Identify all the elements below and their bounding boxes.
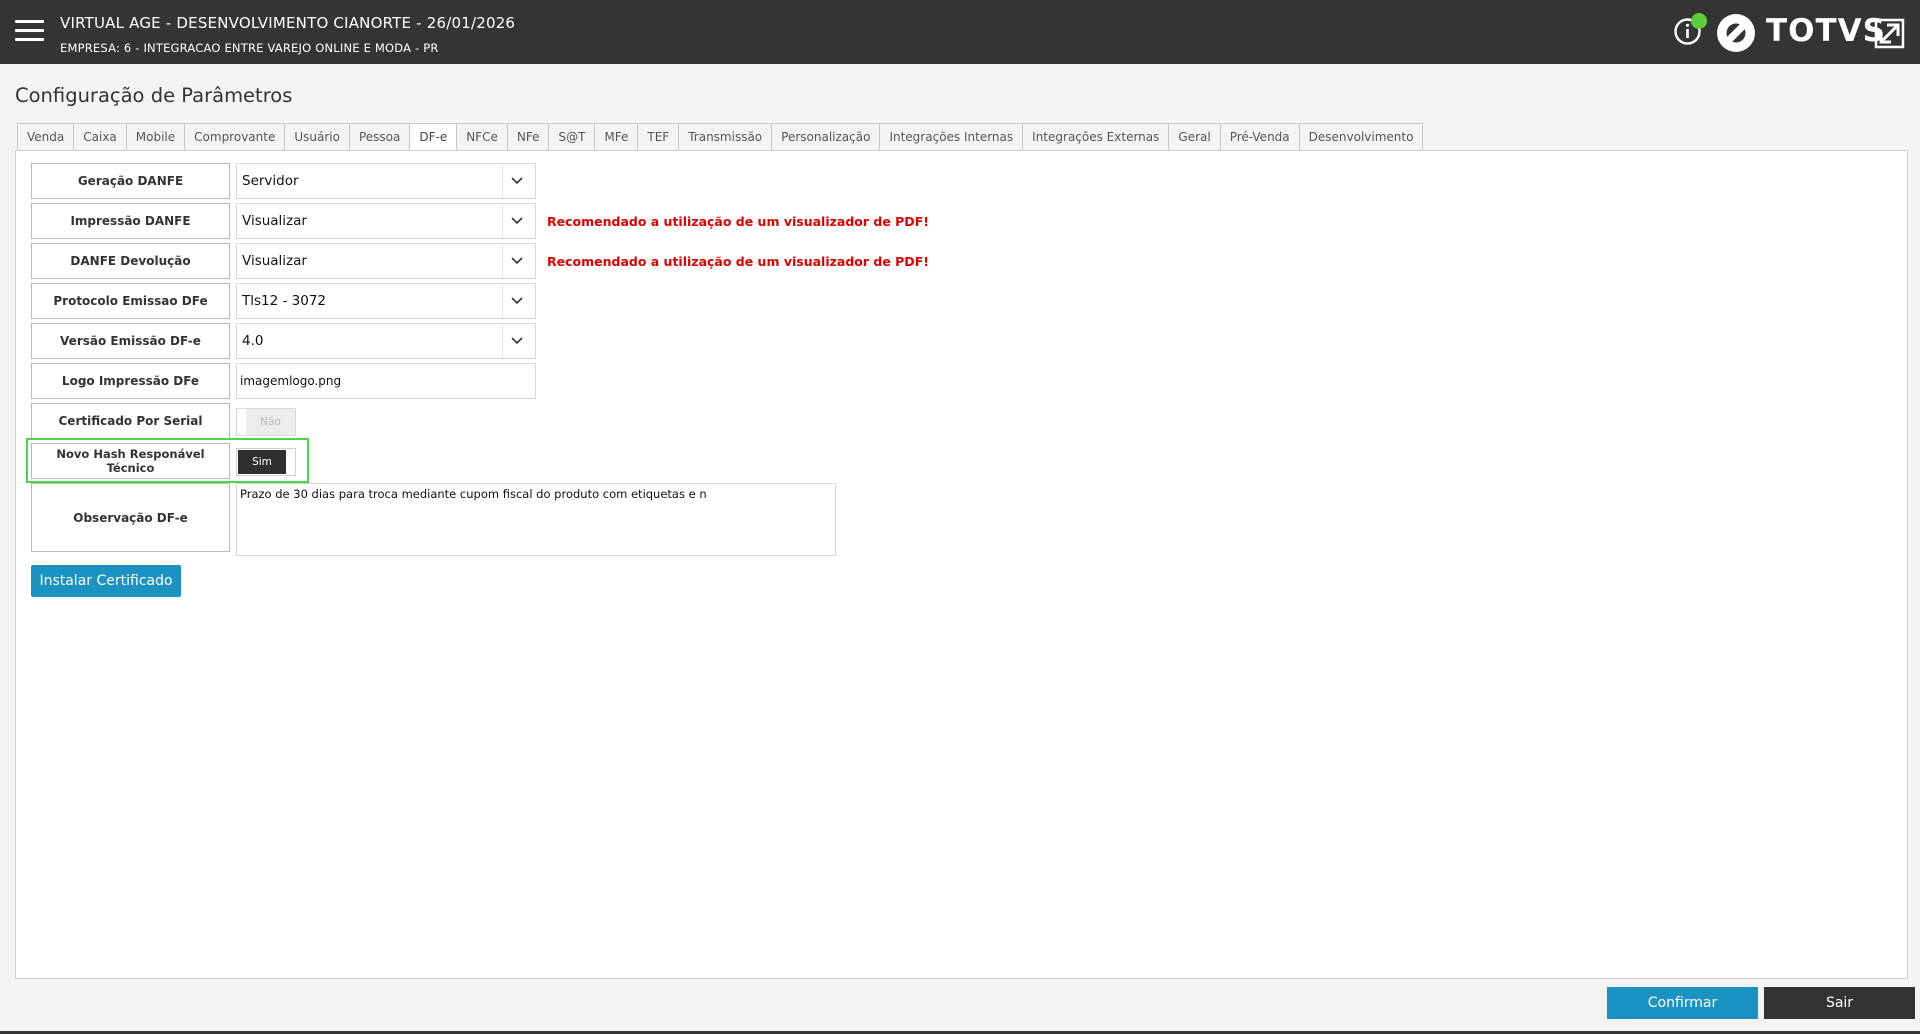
tab-desenvolvimento[interactable]: Desenvolvimento [1298,123,1424,151]
geracao-danfe-label: Geração DANFE [31,163,230,199]
chevron-down-icon[interactable] [502,164,531,198]
certificado-serial-value: Não [246,409,295,435]
observacao-label: Observação DF-e [31,483,230,552]
page-title: Configuração de Parâmetros [15,84,293,107]
tab-pessoa[interactable]: Pessoa [348,123,410,151]
brand-name: TOTVS [1766,13,1886,49]
chevron-down-icon[interactable] [502,324,531,358]
danfe-devolucao-value: Visualizar [242,253,307,269]
tab-sat[interactable]: S@T [548,123,595,151]
tab-transmissao[interactable]: Transmissão [678,123,772,151]
impressao-danfe-select[interactable]: Visualizar [236,203,536,239]
geracao-danfe-value: Servidor [242,173,299,189]
tab-tef[interactable]: TEF [637,123,679,151]
hamburger-menu-icon[interactable] [15,20,44,44]
tab-dfe[interactable]: DF-e [409,123,457,151]
chevron-down-icon[interactable] [502,204,531,238]
certificado-serial-label: Certificado Por Serial [31,403,230,439]
impressao-danfe-label: Impressão DANFE [31,203,230,239]
danfe-devolucao-select[interactable]: Visualizar [236,243,536,279]
certificado-serial-toggle[interactable]: Não [236,408,296,436]
tab-geral[interactable]: Geral [1168,123,1220,151]
geracao-danfe-select[interactable]: Servidor [236,163,536,199]
tab-comprovante[interactable]: Comprovante [184,123,285,151]
top-bar: VIRTUAL AGE - DESENVOLVIMENTO CIANORTE -… [0,0,1920,64]
tab-venda[interactable]: Venda [17,123,74,151]
tab-nfe[interactable]: NFe [506,123,549,151]
install-certificate-button[interactable]: Instalar Certificado [31,565,181,597]
confirm-button[interactable]: Confirmar [1607,987,1758,1019]
versao-emissao-value: 4.0 [242,333,264,349]
tab-caixa[interactable]: Caixa [73,123,126,151]
logo-impressao-input[interactable]: imagemlogo.png [236,363,536,399]
tab-bar: Venda Caixa Mobile Comprovante Usuário P… [17,123,1424,151]
logo-impressao-label: Logo Impressão DFe [31,363,230,399]
chevron-down-icon[interactable] [502,244,531,278]
tab-personalizacao[interactable]: Personalização [771,123,880,151]
versao-emissao-select[interactable]: 4.0 [236,323,536,359]
tab-mfe[interactable]: MFe [594,123,638,151]
exit-button[interactable]: Sair [1764,987,1915,1019]
danfe-devolucao-label: DANFE Devolução [31,243,230,279]
protocolo-emissao-value: Tls12 - 3072 [242,293,327,309]
versao-emissao-label: Versão Emissão DF-e [31,323,230,359]
tab-nfce[interactable]: NFCe [456,123,507,151]
expand-window-icon[interactable] [1874,18,1905,49]
impressao-danfe-value: Visualizar [242,213,307,229]
novo-hash-label: Novo Hash Responável Técnico [31,443,230,479]
observacao-textarea[interactable]: Prazo de 30 dias para troca mediante cup… [236,483,836,556]
protocolo-emissao-select[interactable]: Tls12 - 3072 [236,283,536,319]
novo-hash-value: Sim [238,450,286,474]
tab-usuario[interactable]: Usuário [284,123,349,151]
protocolo-emissao-label: Protocolo Emissao DFe [31,283,230,319]
company-name: EMPRESA: 6 - INTEGRACAO ENTRE VAREJO ONL… [60,41,439,55]
app-title: VIRTUAL AGE - DESENVOLVIMENTO CIANORTE -… [60,14,516,32]
status-indicator-dot [1691,13,1707,29]
danfe-devolucao-warning: Recomendado a utilização de um visualiza… [547,254,929,269]
tab-integracoes-externas[interactable]: Integrações Externas [1022,123,1169,151]
chevron-down-icon[interactable] [502,284,531,318]
impressao-danfe-warning: Recomendado a utilização de um visualiza… [547,214,929,229]
tab-pre-venda[interactable]: Pré-Venda [1219,123,1299,151]
tab-mobile[interactable]: Mobile [125,123,185,151]
novo-hash-toggle[interactable]: Sim [236,448,296,476]
totvs-logo-icon [1717,14,1755,52]
tab-integracoes-internas[interactable]: Integrações Internas [879,123,1023,151]
